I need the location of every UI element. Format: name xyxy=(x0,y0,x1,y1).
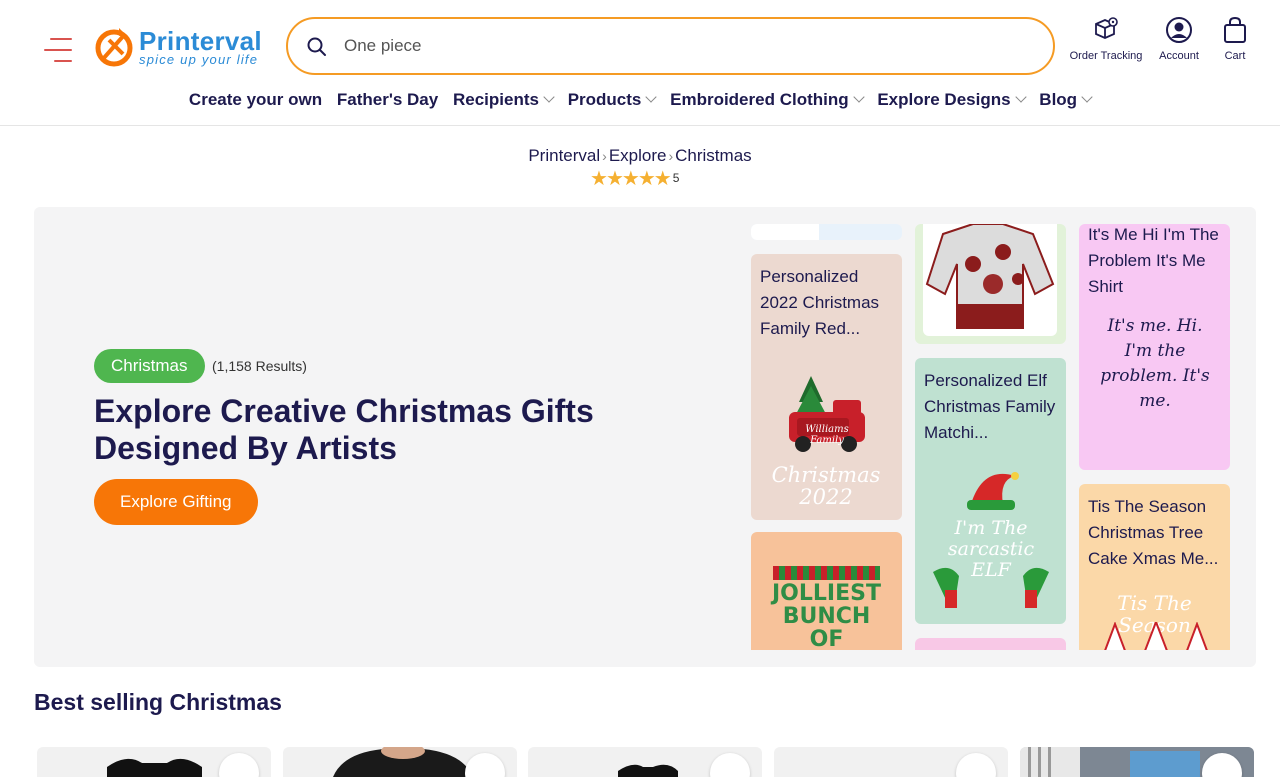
product-card[interactable] xyxy=(1020,747,1254,777)
logo-mark-icon xyxy=(95,28,133,67)
gallery-card[interactable]: It's Me Hi I'm The Problem It's Me Shirt… xyxy=(1079,224,1230,470)
nav-item-fathers-day[interactable]: Father's Day xyxy=(337,90,438,110)
cart-label: Cart xyxy=(1224,50,1246,62)
truck-banner-text: Williams Family xyxy=(805,424,849,446)
search-input[interactable] xyxy=(344,33,1024,59)
gallery-card-title: Personalized Elf Christmas Family Matchi… xyxy=(924,371,1056,442)
gallery-card[interactable]: Personalized Elf Christmas Family Matchi… xyxy=(915,358,1066,624)
gallery-card[interactable]: Tis The Season Christmas Tree Cake Xmas … xyxy=(1079,484,1230,650)
star-icon: ★ xyxy=(653,168,672,190)
site-header: Printerval spice up your life Order Trac… xyxy=(0,0,1280,126)
gallery-card[interactable]: JOLLIEST BUNCH OF ASSHOLES xyxy=(751,532,902,650)
nav-label: Create your own xyxy=(188,90,323,109)
nav-label: Products xyxy=(567,90,642,109)
nav-item-products[interactable]: Products xyxy=(567,90,658,110)
gallery-card[interactable] xyxy=(915,224,1066,344)
breadcrumb: Printerval › Explore › Christmas xyxy=(0,146,1280,166)
package-location-icon xyxy=(1095,17,1118,39)
product-card[interactable] xyxy=(37,747,271,777)
product-card[interactable] xyxy=(528,747,762,777)
chevron-right-icon: › xyxy=(668,148,674,164)
nav-item-recipients[interactable]: Recipients xyxy=(452,90,555,110)
cart-button[interactable]: Cart xyxy=(1214,16,1256,68)
search-icon[interactable] xyxy=(306,36,328,58)
user-icon xyxy=(1166,17,1192,43)
gallery-card[interactable]: Personalized 2022 Christmas Family Red..… xyxy=(751,254,902,520)
explore-gifting-button[interactable]: Explore Gifting xyxy=(94,479,258,525)
order-tracking-button[interactable]: Order Tracking xyxy=(1064,16,1148,68)
jolliest-text: JOLLIEST BUNCH OF ASSHOLES xyxy=(772,582,881,650)
account-button[interactable]: Account xyxy=(1152,16,1206,68)
rating-value: 5 xyxy=(672,171,680,185)
nav-label: Explore Designs xyxy=(877,90,1011,109)
rating: ★★★★★5 xyxy=(590,168,680,190)
best-selling-title: Best selling Christmas xyxy=(34,689,282,715)
product-card[interactable] xyxy=(283,747,517,777)
breadcrumb-item[interactable]: Printerval xyxy=(528,146,600,165)
nav-item-embroidered-clothing[interactable]: Embroidered Clothing xyxy=(670,90,865,110)
nav-item-blog[interactable]: Blog xyxy=(1039,90,1093,110)
red-truck-tree-image xyxy=(789,376,865,452)
gallery-card-partial[interactable] xyxy=(751,224,902,240)
nav-label: Embroidered Clothing xyxy=(670,90,849,109)
product-card[interactable] xyxy=(774,747,1008,777)
gallery-card-title: Tis The Season Christmas Tree Cake Xmas … xyxy=(1088,497,1219,568)
logo-tagline: spice up your life xyxy=(139,52,259,67)
nav-item-create-your-own[interactable]: Create your own xyxy=(189,90,322,110)
its-me-text: It's me. Hi. I'm the problem. It's me. xyxy=(1100,316,1210,411)
chevron-down-icon xyxy=(1081,91,1093,103)
shopping-bag-icon xyxy=(1224,16,1246,43)
chevron-right-icon: › xyxy=(602,148,607,164)
gallery-card-title: It's Me Hi I'm The Problem It's Me Shirt xyxy=(1088,225,1219,296)
nav-label: Father's Day xyxy=(336,90,439,109)
breadcrumb-item: Christmas xyxy=(675,146,752,165)
chevron-down-icon xyxy=(852,91,865,103)
category-tag[interactable]: Christmas xyxy=(94,349,205,383)
nav-label: Blog xyxy=(1039,90,1078,109)
elf-shoes-image xyxy=(933,567,1049,608)
design-gallery: Personalized 2022 Christmas Family Red..… xyxy=(751,224,1231,650)
hero-title: Explore Creative Christmas Gifts Designe… xyxy=(94,393,594,466)
cake-trees-image xyxy=(1104,622,1208,650)
wishlist-heart-icon[interactable] xyxy=(956,753,996,777)
logo[interactable]: Printerval spice up your life xyxy=(95,26,270,70)
christmas-sweater-image xyxy=(925,224,1055,329)
christmas-year-text: Christmas 2022 xyxy=(771,463,881,509)
gallery-card-title: Personalized 2022 Christmas Family Red..… xyxy=(760,267,880,338)
nav-label: Recipients xyxy=(452,90,539,109)
gallery-card-partial[interactable] xyxy=(915,638,1066,650)
account-label: Account xyxy=(1159,50,1199,62)
chevron-down-icon xyxy=(543,91,555,103)
hero-banner: Christmas (1,158 Results) Explore Creati… xyxy=(34,207,1256,667)
nav-item-explore-designs[interactable]: Explore Designs xyxy=(877,90,1027,110)
results-count: (1,158 Results) xyxy=(212,358,307,374)
breadcrumb-item[interactable]: Explore xyxy=(609,146,667,165)
elf-hat-image xyxy=(967,472,1019,510)
main-nav: Create your own Father's Day Recipients … xyxy=(0,90,1280,116)
search-bar xyxy=(286,17,1055,75)
hamburger-menu-icon[interactable] xyxy=(44,36,74,64)
chevron-down-icon xyxy=(645,91,658,103)
chevron-down-icon xyxy=(1014,91,1027,103)
order-tracking-label: Order Tracking xyxy=(1069,50,1143,62)
